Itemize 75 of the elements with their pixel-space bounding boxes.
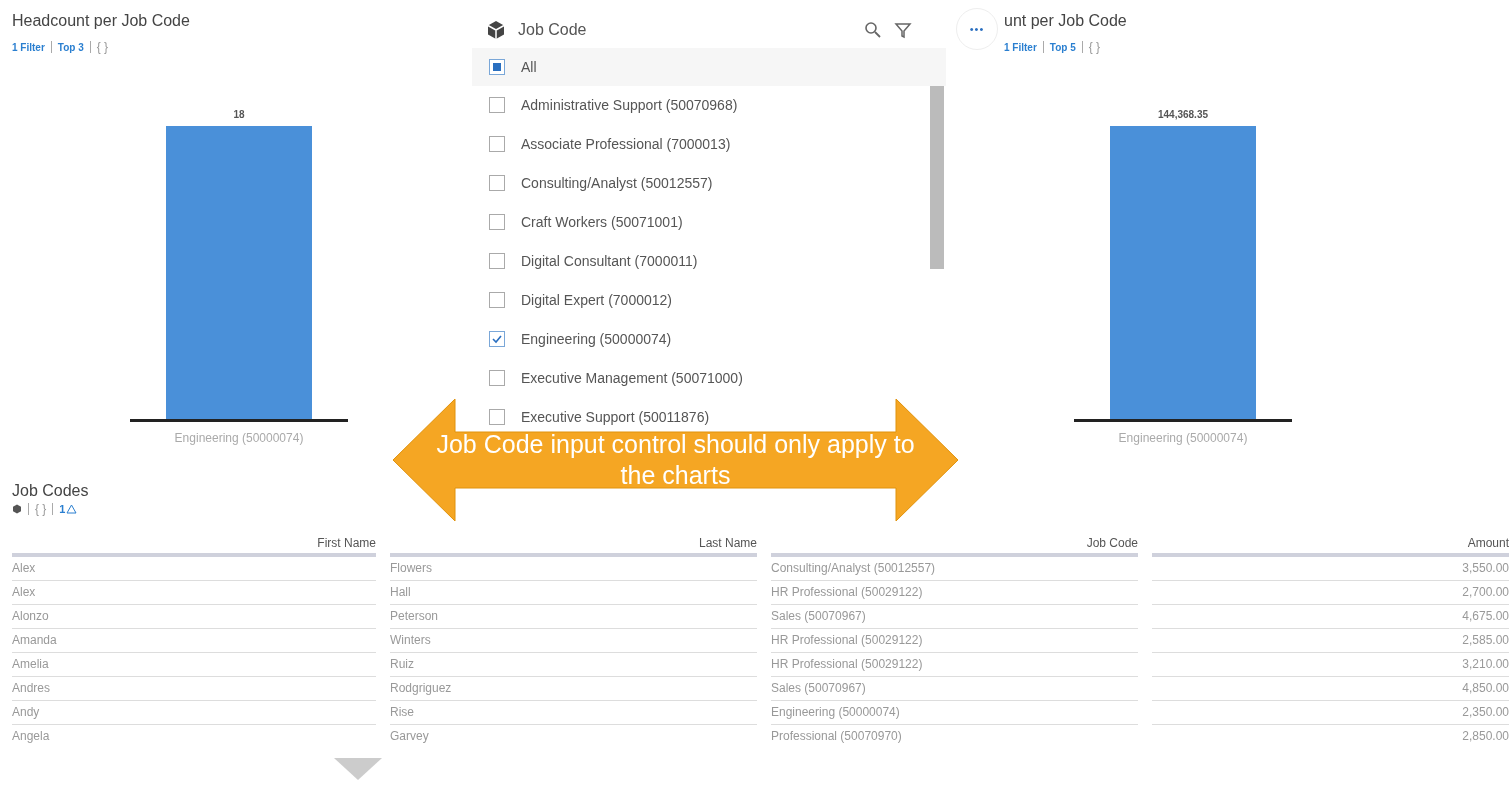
table-cell: Peterson xyxy=(390,605,757,629)
dropdown-item[interactable]: Administrative Support (50070968) xyxy=(472,90,746,120)
table-cell: 2,350.00 xyxy=(1152,701,1509,725)
dropdown-item[interactable]: Engineering (50000074) xyxy=(472,324,680,354)
table-cell: HR Professional (50029122) xyxy=(771,629,1138,653)
dropdown-item[interactable]: Craft Workers (50071001) xyxy=(472,207,691,237)
annotation-text: Job Code input control should only apply to the charts xyxy=(435,429,916,491)
filter-icon[interactable] xyxy=(894,21,912,39)
data-label: 144,368.35 xyxy=(1157,109,1209,120)
table-cell: Flowers xyxy=(390,557,757,581)
column-header[interactable]: First Name xyxy=(12,536,376,557)
table-title: Job Codes xyxy=(12,482,90,500)
dropdown-title: Job Code xyxy=(518,21,588,39)
dropdown-item[interactable]: Executive Support (50011876) xyxy=(472,402,718,432)
chart-link[interactable]: Top 3 xyxy=(57,41,84,53)
chart-link[interactable]: 1 Filter xyxy=(12,41,45,53)
table-cell: HR Professional (50029122) xyxy=(771,581,1138,605)
column-header[interactable]: Last Name xyxy=(390,536,757,557)
table-cell-text: 2,850.00 xyxy=(1461,728,1509,745)
chart-title: Headcount per Job Code xyxy=(12,12,191,30)
table-cell-text: Garvey xyxy=(390,728,430,745)
checkbox[interactable] xyxy=(489,409,505,425)
table-cell: Ruiz xyxy=(390,653,757,677)
table-cell: 4,850.00 xyxy=(1152,677,1509,701)
table-cell-text: Professional (50070970) xyxy=(771,728,903,745)
table-cell: Alex xyxy=(12,581,376,605)
chart-title: unt per Job Code xyxy=(1004,12,1128,30)
warning-count[interactable]: 1 xyxy=(59,503,78,515)
table-cell: Sales (50070967) xyxy=(771,677,1138,701)
table-cell: Sales (50070967) xyxy=(771,605,1138,629)
table-cell: Alex xyxy=(12,557,376,581)
checkbox[interactable] xyxy=(489,59,505,75)
table-cell: Consulting/Analyst (50012557) xyxy=(771,557,1138,581)
checkbox[interactable] xyxy=(489,175,505,191)
table-cell: Amanda xyxy=(12,629,376,653)
checkbox[interactable] xyxy=(489,136,505,152)
table-cell: 3,550.00 xyxy=(1152,557,1509,581)
table-cell: Andres xyxy=(12,677,376,701)
more-button[interactable]: ••• xyxy=(956,8,998,50)
scrollbar[interactable] xyxy=(930,86,944,269)
checkbox[interactable] xyxy=(489,292,505,308)
table-cell-text: Angela xyxy=(12,728,51,745)
checkbox[interactable] xyxy=(489,331,505,347)
caret-down-icon[interactable] xyxy=(334,758,382,780)
dropdown-item[interactable]: All xyxy=(472,48,946,86)
checkbox[interactable] xyxy=(489,370,505,386)
table-cell: Winters xyxy=(390,629,757,653)
table-cell: Engineering (50000074) xyxy=(771,701,1138,725)
table-cell: Rodgriguez xyxy=(390,677,757,701)
dropdown-item[interactable]: Digital Expert (7000012) xyxy=(472,285,680,315)
dropdown-item[interactable]: Associate Professional (7000013) xyxy=(472,129,739,159)
chart-link[interactable]: 1 Filter xyxy=(1004,41,1037,53)
category-label: Engineering (50000074) xyxy=(174,431,304,445)
table-cell: Andy xyxy=(12,701,376,725)
table-cell: 2,585.00 xyxy=(1152,629,1509,653)
table-cell: 4,675.00 xyxy=(1152,605,1509,629)
table-cell: Hall xyxy=(390,581,757,605)
table-cell: 3,210.00 xyxy=(1152,653,1509,677)
checkbox[interactable] xyxy=(489,253,505,269)
table-cell: Alonzo xyxy=(12,605,376,629)
checkbox[interactable] xyxy=(489,214,505,230)
column-header[interactable]: Amount xyxy=(1152,536,1509,557)
table-cell: HR Professional (50029122) xyxy=(771,653,1138,677)
table-cell: Amelia xyxy=(12,653,376,677)
column-header[interactable]: Job Code xyxy=(771,536,1138,557)
dropdown-item[interactable]: Consulting/Analyst (50012557) xyxy=(472,168,721,198)
checkbox[interactable] xyxy=(489,97,505,113)
category-label: Engineering (50000074) xyxy=(1118,431,1248,445)
search-icon[interactable] xyxy=(864,21,882,39)
chart-link[interactable]: Top 5 xyxy=(1049,41,1076,53)
dropdown-item[interactable]: Executive Management (50071000) xyxy=(472,363,751,393)
dropdown-item[interactable]: Digital Consultant (7000011) xyxy=(472,246,706,276)
data-label: 18 xyxy=(233,109,245,120)
table-cell: 2,700.00 xyxy=(1152,581,1509,605)
table-cell: Rise xyxy=(390,701,757,725)
